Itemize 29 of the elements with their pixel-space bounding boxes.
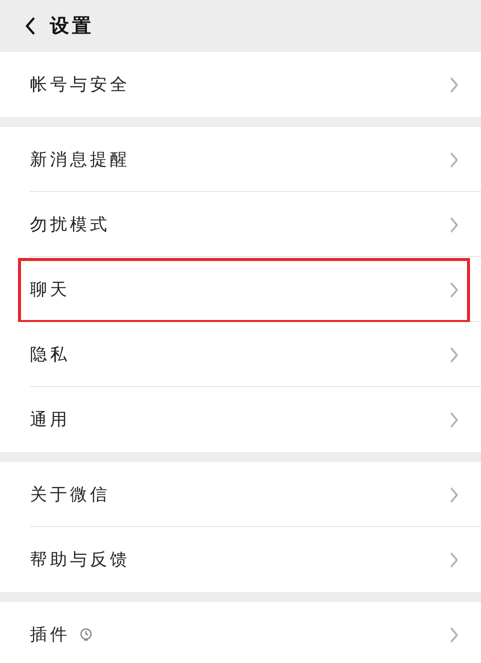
chevron-right-icon <box>449 76 459 94</box>
settings-row[interactable]: 关于微信 <box>0 462 481 527</box>
chevron-right-icon <box>449 280 459 298</box>
settings-row[interactable]: 隐私 <box>0 322 481 387</box>
row-label: 聊天 <box>30 279 70 301</box>
row-label: 新消息提醒 <box>30 149 130 171</box>
row-label: 帮助与反馈 <box>30 549 130 571</box>
chevron-right-icon <box>449 410 459 428</box>
row-label: 通用 <box>30 409 70 431</box>
settings-row[interactable]: 勿扰模式 <box>0 192 481 257</box>
chevron-right-icon <box>449 626 459 644</box>
row-label: 帐号与安全 <box>30 74 130 96</box>
settings-row[interactable]: 通用 <box>0 387 481 452</box>
settings-row[interactable]: 插件 <box>0 602 481 663</box>
row-label: 勿扰模式 <box>30 214 110 236</box>
back-icon[interactable] <box>24 16 36 36</box>
settings-row[interactable]: 聊天 <box>0 257 481 322</box>
settings-row[interactable]: 新消息提醒 <box>0 127 481 192</box>
chevron-right-icon <box>449 486 459 504</box>
row-label: 关于微信 <box>30 484 110 506</box>
chevron-right-icon <box>449 150 459 168</box>
settings-row[interactable]: 帮助与反馈 <box>0 527 481 592</box>
page-title: 设置 <box>50 14 94 39</box>
row-label: 隐私 <box>30 344 70 366</box>
chevron-right-icon <box>449 550 459 568</box>
settings-row[interactable]: 帐号与安全 <box>0 52 481 117</box>
chevron-right-icon <box>449 216 459 234</box>
chevron-right-icon <box>449 346 459 364</box>
row-label: 插件 <box>30 624 70 646</box>
